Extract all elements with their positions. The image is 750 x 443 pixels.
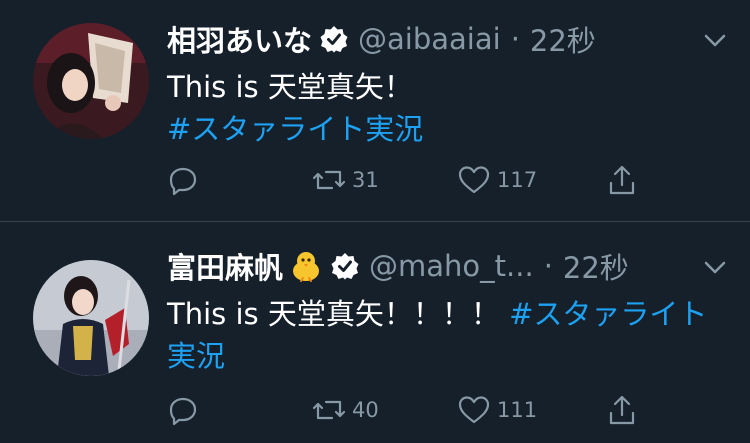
verified-badge-icon	[320, 25, 348, 53]
timestamp[interactable]: 22秒	[563, 245, 629, 287]
tweet-text: This is 天堂真矢！ #スタァライト実況	[167, 66, 728, 150]
like-count: 117	[497, 168, 538, 192]
tweet-body: This is 天堂真矢！！！！	[167, 297, 500, 331]
like-button[interactable]: 117	[457, 160, 537, 200]
tweet-actions: 40 111	[167, 390, 637, 430]
retweet-icon	[312, 394, 346, 426]
tweet-text: This is 天堂真矢！！！！ #スタァライト実況	[167, 293, 728, 377]
verified-badge-icon	[331, 252, 359, 280]
separator-dot: ·	[510, 22, 520, 56]
reply-button[interactable]	[167, 390, 205, 430]
tweet-actions: 31 117	[167, 160, 637, 200]
share-button[interactable]	[607, 390, 637, 430]
reply-icon	[167, 394, 199, 426]
retweet-icon	[312, 164, 346, 196]
like-count: 111	[497, 398, 538, 422]
tweet-2[interactable]: 富田麻帆 @maho_t... · 22秒 This is 天堂真矢！！！！ #…	[0, 221, 750, 442]
avatar[interactable]	[33, 260, 149, 376]
like-button[interactable]: 111	[457, 390, 537, 430]
display-name[interactable]: 富田麻帆	[167, 245, 283, 287]
retweet-button[interactable]: 40	[312, 390, 379, 430]
share-button[interactable]	[607, 160, 637, 200]
avatar[interactable]	[33, 23, 149, 139]
timestamp[interactable]: 22秒	[530, 18, 596, 60]
chevron-down-icon[interactable]	[702, 255, 728, 281]
retweet-count: 40	[352, 398, 379, 422]
heart-icon	[457, 164, 491, 196]
tweet-1[interactable]: 相羽あいな @aibaaiai · 22秒 This is 天堂真矢！ #スタァ…	[0, 0, 750, 221]
reply-button[interactable]	[167, 160, 205, 200]
share-icon	[607, 164, 637, 196]
tweet-body: This is 天堂真矢！	[167, 70, 413, 104]
handle[interactable]: @aibaaiai	[358, 22, 501, 56]
separator-dot: ·	[543, 249, 553, 283]
handle[interactable]: @maho_t...	[369, 249, 534, 283]
retweet-button[interactable]: 31	[312, 160, 379, 200]
chevron-down-icon[interactable]	[702, 28, 728, 54]
hashtag-link[interactable]: #スタァライト実況	[167, 112, 423, 146]
retweet-count: 31	[352, 168, 379, 192]
heart-icon	[457, 394, 491, 426]
display-name[interactable]: 相羽あいな	[167, 18, 312, 60]
share-icon	[607, 394, 637, 426]
chick-emoji-icon	[289, 249, 323, 283]
reply-icon	[167, 164, 199, 196]
